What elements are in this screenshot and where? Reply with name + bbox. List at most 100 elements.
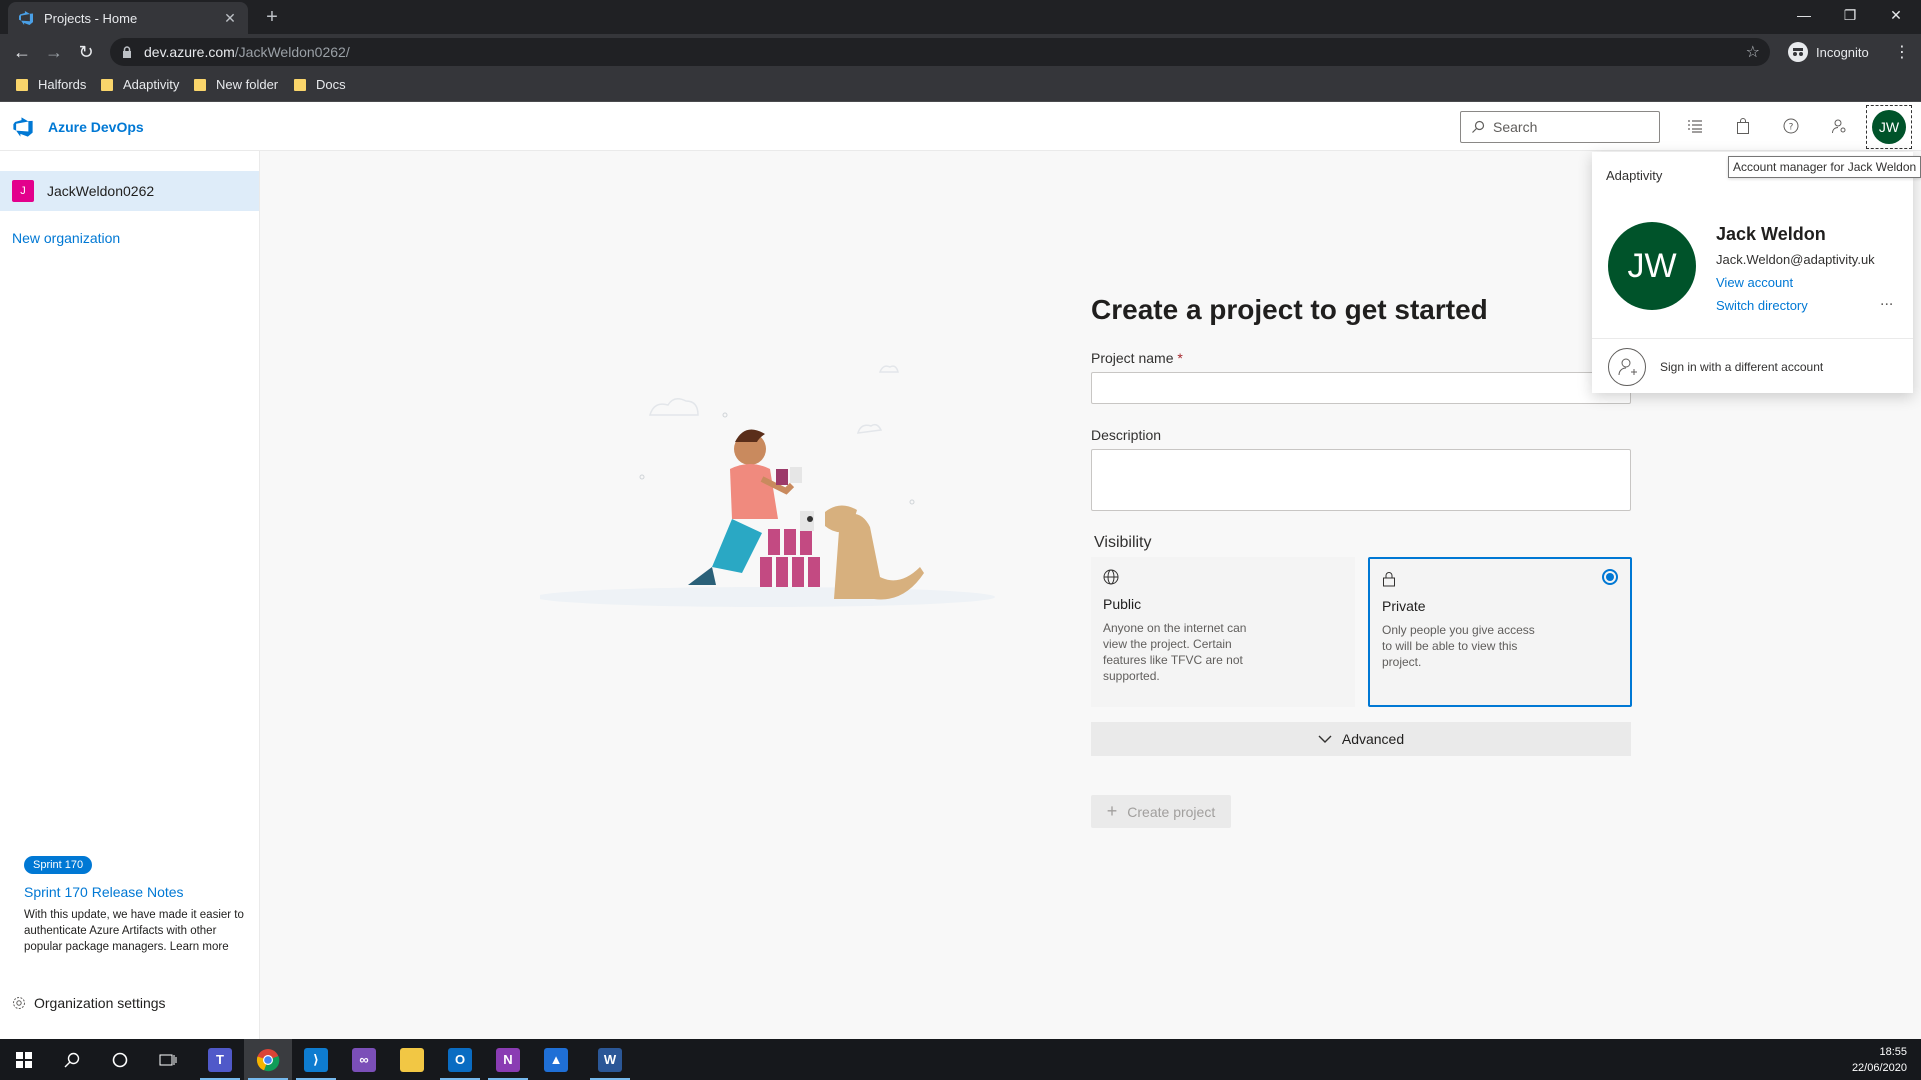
incognito-label: Incognito xyxy=(1816,44,1869,60)
file-explorer-icon[interactable] xyxy=(388,1039,436,1080)
svg-text:?: ? xyxy=(1789,123,1794,133)
account-avatar-button[interactable]: JW xyxy=(1866,105,1912,149)
top-header: Azure DevOps Search ? JW xyxy=(0,102,1921,151)
shopping-bag-icon[interactable] xyxy=(1733,116,1753,136)
search-icon[interactable] xyxy=(48,1039,96,1080)
account-manager-flyout: Adaptivity JW Jack Weldon Jack.Weldon@ad… xyxy=(1592,152,1913,393)
bookmark-docs[interactable]: Docs xyxy=(294,77,346,92)
new-tab-button[interactable]: + xyxy=(260,5,284,29)
visibility-public-desc: Anyone on the internet can view the proj… xyxy=(1103,621,1247,683)
chevron-down-icon xyxy=(1318,734,1332,744)
visibility-public-option[interactable]: Public Anyone on the internet can view t… xyxy=(1091,557,1355,707)
file-explorer-app-icon xyxy=(400,1047,424,1072)
folder-icon xyxy=(294,78,306,91)
visibility-private-desc: Only people you give access to will be a… xyxy=(1382,623,1535,669)
organization-settings-link[interactable]: Organization settings xyxy=(12,995,166,1011)
visibility-public-name: Public xyxy=(1103,596,1142,612)
chrome-logo-icon xyxy=(256,1048,280,1071)
system-clock[interactable]: 18:55 22/06/2020 xyxy=(1852,1044,1907,1076)
url-input[interactable]: dev.azure.com/JackWeldon0262/ ☆ xyxy=(110,38,1770,66)
description-input[interactable] xyxy=(1091,449,1631,511)
sign-in-different-account-button[interactable]: Sign in with a different account xyxy=(1608,348,1823,386)
incognito-indicator[interactable]: Incognito xyxy=(1788,42,1869,62)
bookmark-new-folder[interactable]: New folder xyxy=(194,77,278,92)
sidebar: J JackWeldon0262 New organization Sprint… xyxy=(0,151,260,1039)
word-icon[interactable]: W xyxy=(586,1039,634,1080)
list-icon[interactable] xyxy=(1685,116,1705,136)
bookmark-star-icon[interactable]: ☆ xyxy=(1746,42,1760,62)
more-options-icon[interactable]: ... xyxy=(1880,292,1893,310)
search-icon xyxy=(1471,120,1485,134)
incognito-icon xyxy=(1788,42,1808,62)
browser-menu-icon[interactable]: ⋮ xyxy=(1894,42,1910,62)
vscode-icon[interactable]: ⟩ xyxy=(292,1039,340,1080)
forward-icon[interactable]: → xyxy=(42,40,66,64)
account-avatar-large: JW xyxy=(1608,222,1696,310)
switch-directory-link[interactable]: Switch directory xyxy=(1716,298,1808,313)
bookmark-adaptivity[interactable]: Adaptivity xyxy=(101,77,179,92)
lock-icon xyxy=(1382,571,1618,591)
url-host: dev.azure.com xyxy=(144,44,235,60)
clock-date: 22/06/2020 xyxy=(1851,1062,1907,1074)
learn-more-link[interactable]: Learn more xyxy=(170,941,229,953)
help-icon[interactable]: ? xyxy=(1781,116,1801,136)
visual-studio-icon[interactable]: ∞ xyxy=(340,1039,388,1080)
onenote-app-icon: N xyxy=(496,1047,520,1072)
azure-app-icon: ▲ xyxy=(544,1047,568,1072)
start-icon[interactable] xyxy=(0,1039,48,1080)
search-input[interactable]: Search xyxy=(1460,111,1660,143)
azure-data-studio-icon[interactable]: ▲ xyxy=(532,1039,580,1080)
project-name-label-text: Project name xyxy=(1091,350,1174,366)
azure-devops-page: Azure DevOps Search ? JW J JackWeldon026… xyxy=(0,102,1921,1039)
close-window-button[interactable]: ✕ xyxy=(1873,0,1919,30)
word-app-icon: W xyxy=(598,1047,622,1072)
outlook-app-icon: O xyxy=(448,1047,472,1072)
visibility-private-option[interactable]: Private Only people you give access to w… xyxy=(1368,557,1632,707)
browser-tab[interactable]: Projects - Home ✕ xyxy=(8,2,248,34)
project-name-input[interactable] xyxy=(1091,372,1631,404)
advanced-label: Advanced xyxy=(1341,731,1405,747)
lock-icon xyxy=(122,46,134,58)
outlook-icon[interactable]: O xyxy=(436,1039,484,1080)
folder-icon xyxy=(194,78,206,91)
project-name-label: Project name * xyxy=(1091,350,1183,366)
folder-icon xyxy=(16,78,28,91)
divider xyxy=(1592,338,1913,339)
avatar: JW xyxy=(1872,110,1906,144)
azure-devops-favicon-icon xyxy=(18,10,34,26)
release-notes-description: With this update, we have made it easier… xyxy=(24,907,244,955)
minimize-button[interactable]: — xyxy=(1781,0,1827,30)
private-radio[interactable] xyxy=(1602,569,1618,585)
azure-devops-home-link[interactable]: Azure DevOps xyxy=(12,116,144,138)
teams-icon[interactable]: T xyxy=(196,1039,244,1080)
reload-icon[interactable]: ↻ xyxy=(74,40,98,64)
sidebar-item-organization[interactable]: J JackWeldon0262 xyxy=(0,171,259,211)
azure-devops-logo-icon xyxy=(12,116,36,138)
cortana-icon[interactable] xyxy=(96,1039,144,1080)
create-project-label: Create project xyxy=(1127,803,1216,820)
address-bar-row: ← → ↻ dev.azure.com/JackWeldon0262/ ☆ In… xyxy=(0,34,1921,70)
restore-button[interactable]: ❐ xyxy=(1827,0,1873,30)
task-view-icon[interactable] xyxy=(144,1039,192,1080)
release-notes-link[interactable]: Sprint 170 Release Notes xyxy=(24,884,184,900)
sprint-badge: Sprint 170 xyxy=(24,856,93,874)
bookmark-label: Halfords xyxy=(38,77,87,92)
tab-close-icon[interactable]: ✕ xyxy=(222,10,238,27)
required-mark: * xyxy=(1177,350,1183,366)
create-project-button[interactable]: + Create project xyxy=(1091,795,1231,828)
new-organization-link[interactable]: New organization xyxy=(12,230,120,246)
bookmark-label: New folder xyxy=(216,77,279,92)
advanced-toggle[interactable]: Advanced xyxy=(1091,722,1631,756)
account-tooltip: Account manager for Jack Weldon xyxy=(1728,156,1921,178)
onenote-icon[interactable]: N xyxy=(484,1039,532,1080)
bookmark-halfords[interactable]: Halfords xyxy=(16,77,86,92)
view-account-link[interactable]: View account xyxy=(1716,275,1793,290)
user-settings-icon[interactable] xyxy=(1829,116,1849,136)
house-of-cards-illustration xyxy=(540,365,995,607)
org-badge: J xyxy=(12,180,34,202)
back-icon[interactable]: ← xyxy=(10,40,34,64)
teams-app-icon: T xyxy=(208,1047,232,1072)
description-label: Description xyxy=(1091,427,1162,443)
chrome-icon[interactable] xyxy=(244,1039,292,1080)
add-person-icon xyxy=(1608,348,1646,386)
